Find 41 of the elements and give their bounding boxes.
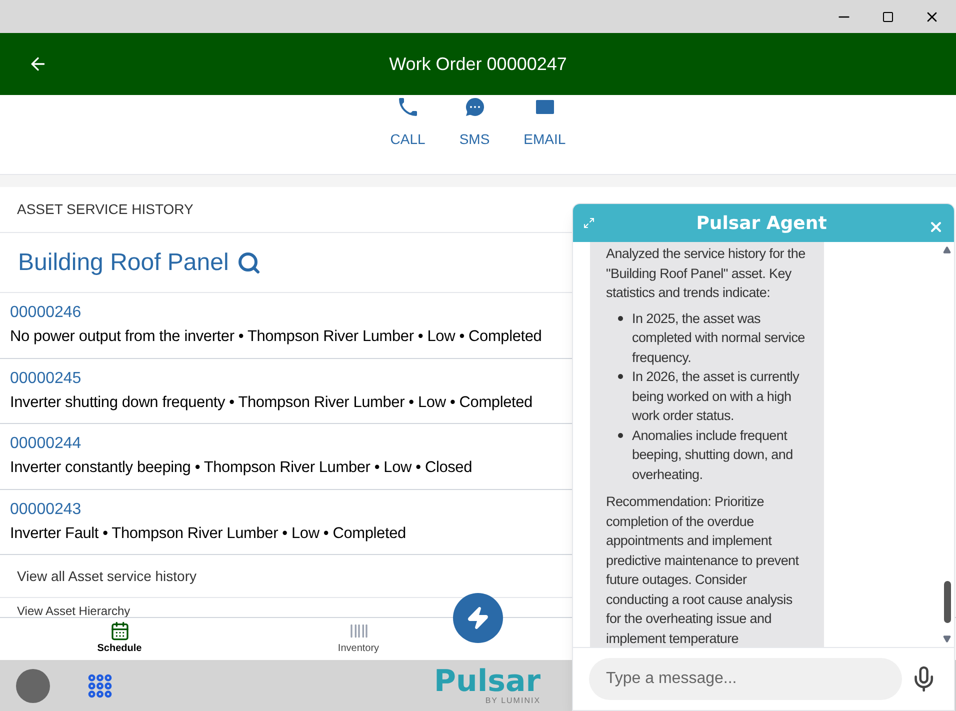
sms-icon (462, 95, 486, 119)
message-input[interactable]: Type a message... (589, 658, 902, 700)
work-order-summary: Inverter shutting down frequenty • Thompson River Lumber • Low • Completed (10, 392, 534, 413)
lightning-icon (466, 606, 490, 630)
work-order-number[interactable]: 00000243 (10, 498, 562, 522)
section-title: ASSET SERVICE HISTORY (0, 187, 572, 233)
search-icon[interactable] (236, 250, 261, 274)
message-text: Analyzed the service history for the "Building Roof Panel" asset. Key statistics and trends indicate: (606, 245, 806, 302)
contact-action-button[interactable]: EMAIL (524, 95, 566, 150)
bullet-icon (618, 374, 623, 379)
bullet-icon (618, 316, 623, 320)
history-link[interactable]: View Asset Hierarchy (17, 604, 130, 618)
work-order-number[interactable]: 00000245 (10, 366, 562, 391)
history-link[interactable]: View all Asset service history (17, 566, 196, 586)
work-order-summary: Inverter Fault • Thompson River Lumber • Low • Completed (10, 524, 407, 544)
agent-panel-title: Pulsar Agent (696, 212, 827, 236)
action-fab[interactable] (453, 593, 503, 643)
work-order-number[interactable]: 00000246 (10, 301, 562, 326)
scroll-up-icon[interactable] (943, 246, 951, 254)
work-order-summary: No power output from the inverter • Thompson River Lumber • Low • Completed (10, 327, 543, 348)
contact-action-button[interactable]: CALL (390, 95, 426, 150)
message-bullet: Anomalies include frequent beeping, shutting down, and overheating. (632, 426, 794, 484)
scrollbar-thumb[interactable] (944, 581, 950, 623)
maximize-icon[interactable] (882, 10, 894, 22)
scrollbar[interactable] (942, 246, 952, 643)
message-bullet: In 2025, the asset was completed with normal service frequency. (632, 310, 806, 367)
message-bullet: In 2026, the asset is currently being worked on with a high work order status. (632, 368, 800, 425)
work-order-summary: Inverter constantly beeping • Thompson River Lumber • Low • Closed (10, 458, 474, 478)
apps-grid-icon[interactable] (86, 672, 114, 700)
asset-name: Building Roof Panel (18, 248, 229, 278)
scroll-down-icon[interactable] (943, 635, 951, 643)
nav-tab[interactable]: Inventory (304, 618, 414, 660)
calendar-icon (110, 621, 130, 641)
pulsar-logo: Pulsar BY LUMINIX (434, 666, 541, 704)
nav-tab[interactable]: Schedule (64, 618, 174, 660)
work-order-number[interactable]: 00000244 (10, 432, 562, 456)
contact-action-button[interactable]: SMS (459, 95, 490, 150)
bullet-icon (618, 432, 623, 438)
header-title: Work Order 00000247 (388, 52, 568, 76)
avatar[interactable] (16, 668, 50, 702)
message-text: Recommendation: Prioritize completion of the overdue appointments and implement predictive maintenance to prevent future outages. Consider conducting a root cause analysis for the overheating issue and implement temperature (606, 493, 800, 647)
